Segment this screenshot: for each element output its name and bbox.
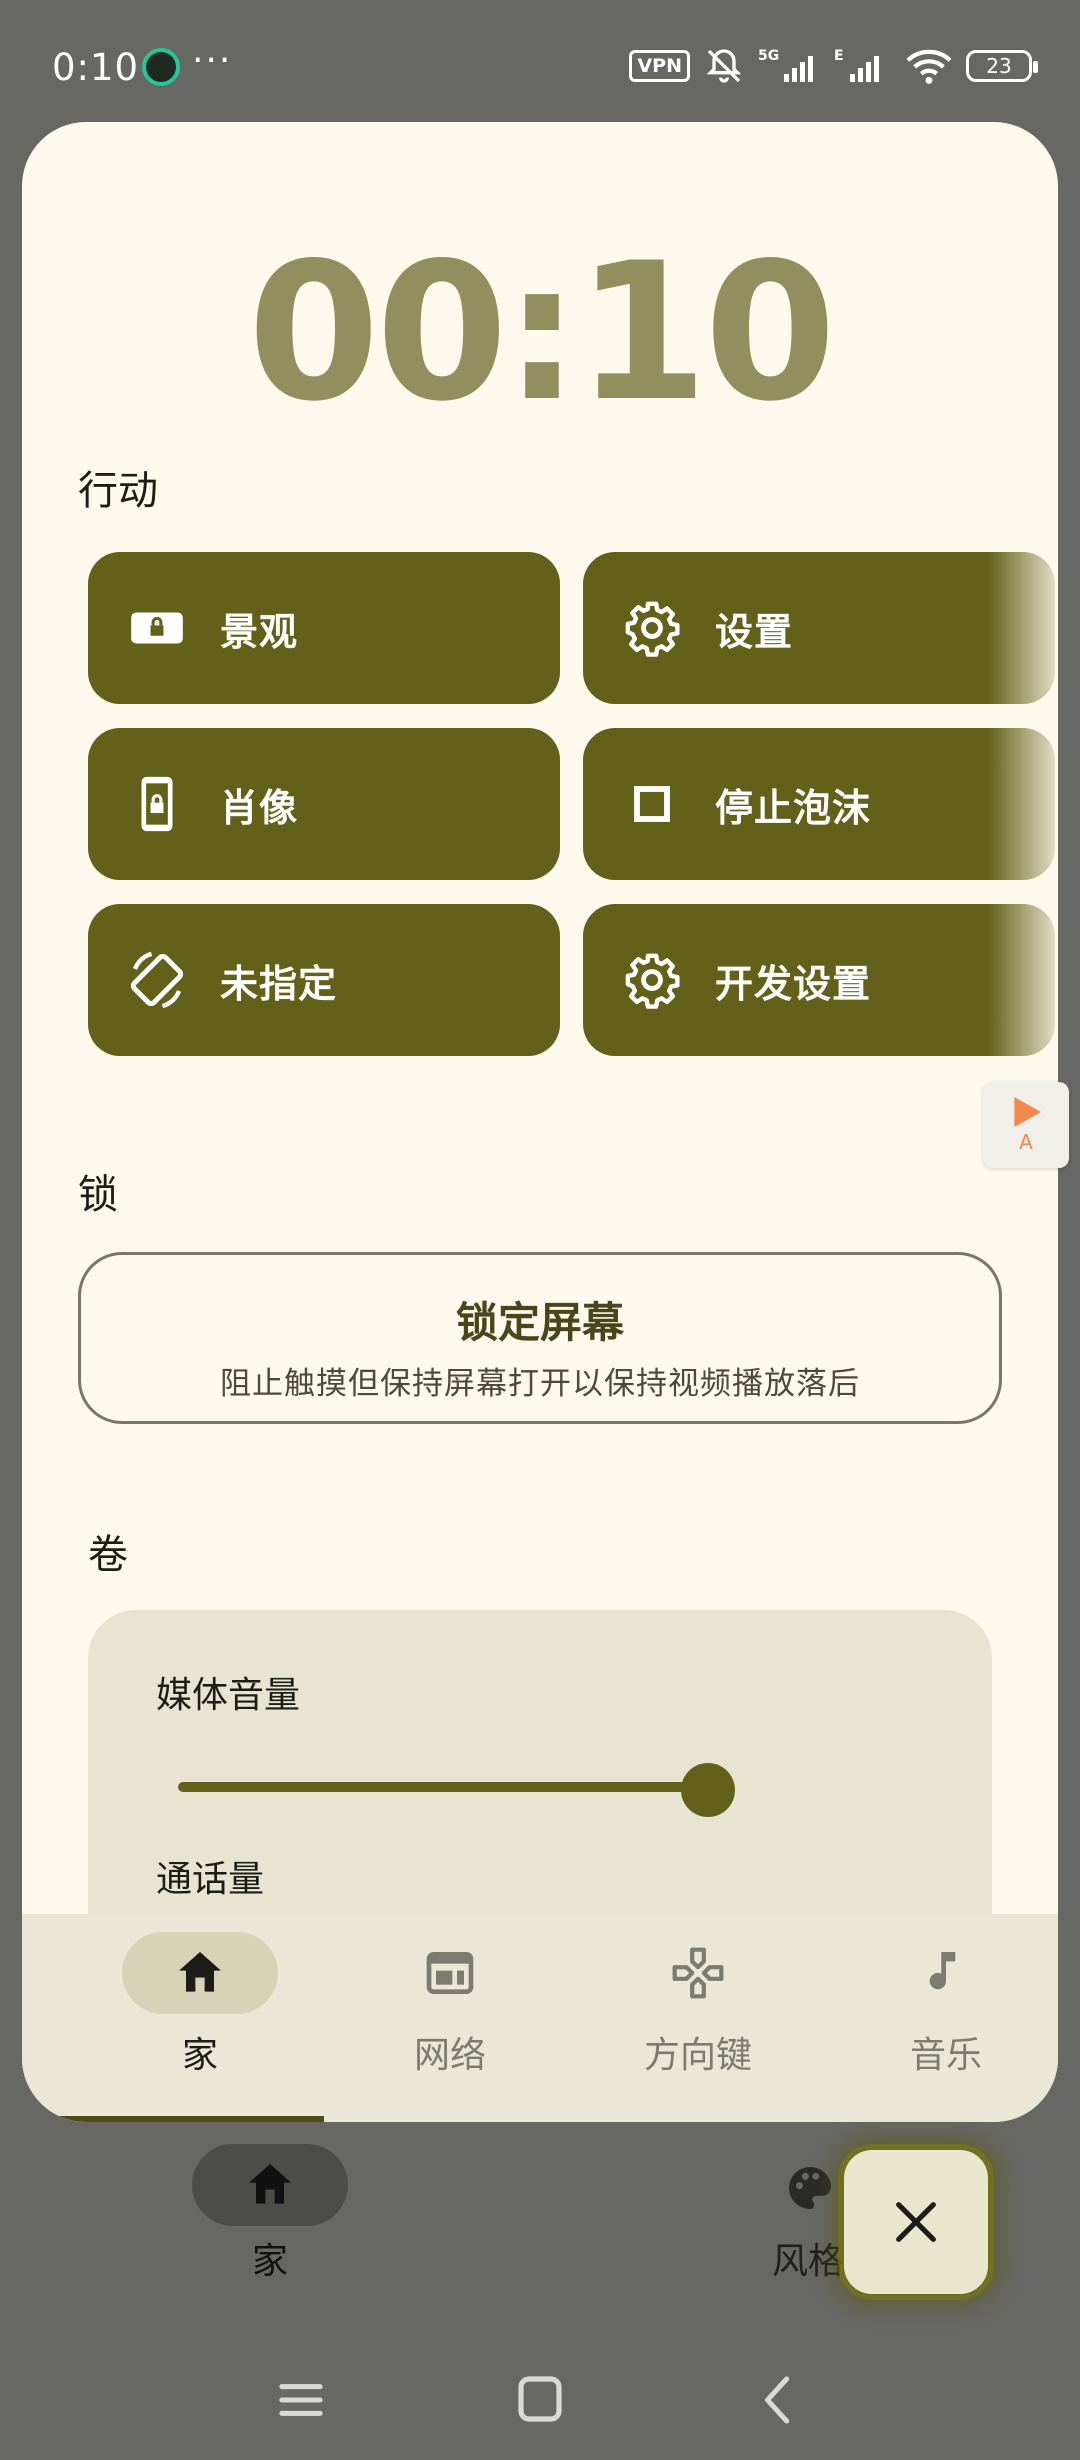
- background-home-label: 家: [251, 2241, 288, 2282]
- signal-5g-icon: 5G: [758, 48, 813, 82]
- dpad-icon: [672, 1947, 724, 1999]
- stop-bubble-label: 停止泡沫: [715, 785, 872, 830]
- close-button[interactable]: [844, 2150, 988, 2294]
- status-time: 0:10: [52, 46, 140, 89]
- system-navigation-bar: [0, 2340, 1080, 2460]
- control-panel-card: 00:10 行动 景观 设置 肖像 停止泡沫 未指定 开发设置 锁 锁定屏幕 阻…: [22, 122, 1058, 2122]
- developer-settings-label: 开发设置: [715, 961, 872, 1006]
- bottom-tab-bar: 家 网络 方向键 音乐: [22, 1914, 1058, 2122]
- tab-dpad-label: 方向键: [643, 2035, 752, 2076]
- stop-square-icon: [634, 786, 670, 822]
- gear-icon: [625, 953, 680, 1009]
- wifi-icon: [906, 49, 952, 84]
- landscape-label: 景观: [220, 609, 299, 654]
- tab-network-label: 网络: [413, 2035, 486, 2076]
- close-icon: [896, 2202, 936, 2242]
- back-nav-icon[interactable]: [756, 2370, 802, 2430]
- status-bar: 0:10 ··· VPN 5G E 23: [0, 0, 1080, 130]
- network-5g-label: 5G: [758, 48, 779, 64]
- floating-translate-widget[interactable]: A: [983, 1082, 1069, 1168]
- developer-settings-button[interactable]: 开发设置: [583, 904, 1055, 1056]
- tab-dpad[interactable]: 方向键: [598, 1932, 798, 2078]
- home-nav-icon[interactable]: [516, 2370, 564, 2430]
- tab-home-indicator: [122, 1932, 278, 2014]
- background-home-tab: [192, 2144, 348, 2226]
- volume-section-title: 卷: [88, 1532, 128, 1578]
- floating-widget-letter: A: [1019, 1130, 1033, 1154]
- play-arrow-icon: [1014, 1097, 1041, 1127]
- music-note-icon: [929, 1952, 956, 1990]
- battery-icon: 23: [966, 50, 1038, 82]
- network-e-label: E: [834, 48, 844, 64]
- unspecified-button[interactable]: 未指定: [88, 904, 560, 1056]
- gear-icon: [625, 601, 680, 657]
- more-notifications-icon: ···: [192, 40, 233, 81]
- tab-music-label: 音乐: [909, 2035, 982, 2076]
- media-volume-slider-track[interactable]: [178, 1782, 708, 1792]
- home-icon: [179, 1952, 221, 1992]
- active-tab-underline: [52, 2116, 324, 2122]
- tab-network[interactable]: 网络: [350, 1932, 550, 2078]
- unspecified-label: 未指定: [220, 961, 338, 1006]
- recent-apps-icon[interactable]: [278, 2370, 324, 2430]
- settings-button[interactable]: 设置: [583, 552, 1055, 704]
- settings-label: 设置: [715, 609, 794, 654]
- web-icon: [426, 1952, 474, 1994]
- vpn-icon: VPN: [629, 50, 690, 82]
- landscape-lock-icon: [131, 612, 183, 644]
- timer-display: 00:10: [247, 222, 837, 443]
- app-notification-icon: [142, 48, 180, 86]
- lock-section-title: 锁: [78, 1172, 118, 1218]
- landscape-button[interactable]: 景观: [88, 552, 560, 704]
- portrait-lock-icon: [141, 776, 173, 832]
- tab-home[interactable]: 家: [100, 1932, 300, 2078]
- signal-e-icon: E: [834, 48, 879, 82]
- media-volume-slider-thumb[interactable]: [681, 1763, 735, 1817]
- portrait-label: 肖像: [220, 785, 299, 830]
- background-style-label: 风格: [772, 2241, 845, 2282]
- lock-screen-button[interactable]: 锁定屏幕 阻止触摸但保持屏幕打开以保持视频播放落后: [78, 1252, 1002, 1424]
- actions-section-title: 行动: [78, 468, 158, 514]
- tab-home-label: 家: [181, 2035, 218, 2076]
- call-volume-label: 通话量: [156, 1859, 265, 1900]
- palette-icon: [789, 2167, 831, 2209]
- lock-screen-subtitle: 阻止触摸但保持屏幕打开以保持视频播放落后: [220, 1366, 860, 1402]
- lock-screen-title: 锁定屏幕: [455, 1298, 624, 1347]
- bell-off-icon: [706, 49, 742, 83]
- rotate-icon: [130, 951, 184, 1009]
- stop-bubble-button[interactable]: 停止泡沫: [583, 728, 1055, 880]
- media-volume-label: 媒体音量: [156, 1675, 301, 1716]
- home-icon: [249, 2164, 291, 2204]
- tab-music[interactable]: 音乐: [846, 1932, 1046, 2078]
- portrait-button[interactable]: 肖像: [88, 728, 560, 880]
